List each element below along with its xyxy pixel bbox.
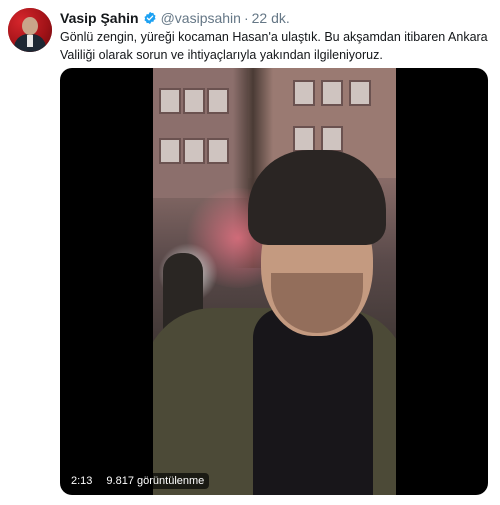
video-overlay: 2:13 9.817 görüntülenme bbox=[66, 473, 210, 489]
video-duration: 2:13 bbox=[66, 473, 98, 489]
tweet-timestamp[interactable]: 22 dk. bbox=[252, 10, 290, 26]
author-name[interactable]: Vasip Şahin bbox=[60, 10, 139, 26]
video-view-count: 9.817 görüntülenme bbox=[101, 473, 210, 489]
tweet-text-line: Gönlü zengin, yüreği kocaman Hasan'a ula… bbox=[60, 30, 488, 44]
verified-badge-icon bbox=[144, 11, 156, 25]
separator-dot: · bbox=[243, 10, 249, 26]
tweet-text-line: Valiliği olarak sorun ve ihtiyaçlarıyla … bbox=[60, 48, 383, 62]
avatar[interactable] bbox=[8, 8, 52, 52]
video-frame bbox=[153, 68, 396, 495]
tweet-header: Vasip Şahin @vasipsahin · 22 dk. bbox=[60, 9, 290, 27]
author-handle[interactable]: @vasipsahin bbox=[161, 10, 241, 26]
tweet-text: Gönlü zengin, yüreği kocaman Hasan'a ula… bbox=[60, 28, 488, 64]
tweet: Vasip Şahin @vasipsahin · 22 dk. Gönlü z… bbox=[0, 0, 500, 505]
video-player[interactable]: 2:13 9.817 görüntülenme bbox=[60, 68, 488, 495]
